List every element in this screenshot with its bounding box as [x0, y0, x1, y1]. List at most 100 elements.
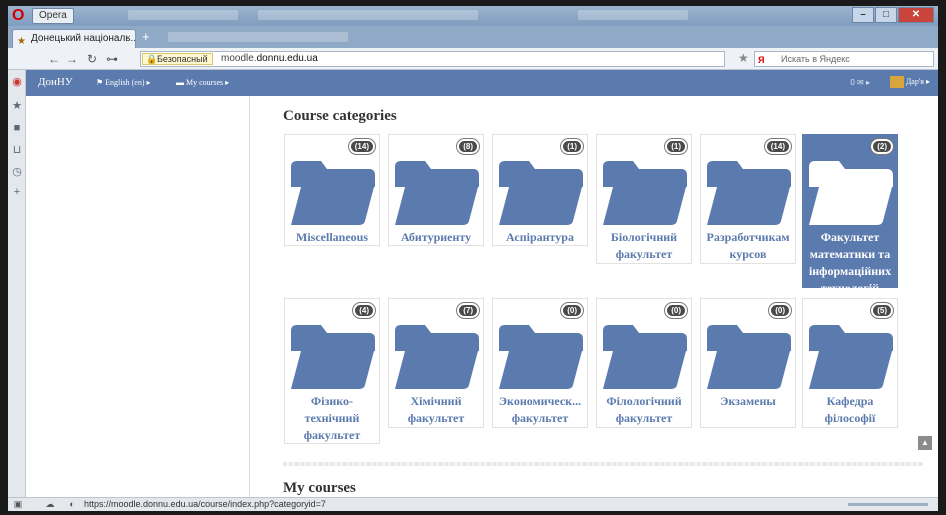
- language-label: English (en) ▸: [105, 78, 151, 87]
- opera-menu-button[interactable]: Opera: [32, 8, 74, 24]
- course-count-badge: (1): [665, 139, 687, 154]
- course-categories-heading: Course categories: [283, 108, 397, 124]
- category-name[interactable]: Біологічний факультет: [599, 229, 689, 263]
- category-name[interactable]: Экзамены: [703, 393, 793, 410]
- category-name[interactable]: Miscellaneous: [287, 229, 377, 246]
- category-card[interactable]: (0) Філологічний факультет: [596, 298, 692, 428]
- new-tab-button[interactable]: +: [142, 30, 158, 45]
- url-domain: donnu.edu.ua: [256, 53, 318, 64]
- browser-tab[interactable]: ★ Донецький національ... ×: [12, 29, 136, 48]
- tab-title: Донецький національ...: [31, 33, 136, 44]
- blurred-window-title: [258, 10, 478, 20]
- history-icon[interactable]: ◷: [11, 166, 23, 178]
- main-content: Course categories (14) Miscellaneous (8) Аб…: [26, 96, 938, 497]
- add-panel-icon[interactable]: +: [11, 186, 23, 198]
- opera-logo-icon: O: [12, 7, 25, 24]
- course-count-badge: (2): [871, 139, 893, 154]
- turbo-icon[interactable]: ◐: [66, 499, 78, 510]
- speed-dial-icon[interactable]: ◉: [11, 76, 23, 88]
- category-card[interactable]: (1) Біологічний факультет: [596, 134, 692, 264]
- panel-toggle-icon[interactable]: ▣: [12, 499, 24, 510]
- status-bar: ▣ ☁ ◐ https://moodle.donnu.edu.ua/course…: [8, 497, 938, 511]
- window-titlebar: O Opera – □ ✕: [8, 6, 938, 26]
- course-count-badge: (0): [769, 303, 791, 318]
- scroll-to-top-button[interactable]: ▲: [918, 436, 932, 450]
- section-divider: [283, 462, 923, 466]
- maximize-icon[interactable]: □: [875, 7, 897, 23]
- language-menu[interactable]: ⚑ English (en) ▸: [96, 78, 151, 87]
- folder-icon: [809, 323, 893, 389]
- course-count-badge: (5): [871, 303, 893, 318]
- category-name[interactable]: Філологічний факультет: [599, 393, 689, 427]
- folder-icon: [499, 159, 583, 225]
- user-menu[interactable]: Дар'я ▸: [889, 76, 930, 88]
- minimize-icon[interactable]: –: [852, 7, 874, 23]
- site-brand-link[interactable]: ДонНУ: [38, 76, 73, 88]
- course-count-badge: (4): [353, 303, 375, 318]
- blurred-window-title: [578, 10, 688, 20]
- blurred-window-title: [128, 10, 238, 20]
- reload-icon[interactable]: ↻: [84, 51, 100, 67]
- folder-icon: [707, 159, 791, 225]
- category-card[interactable]: (2) Факультет математики та інформаційних…: [802, 134, 898, 295]
- notes-icon[interactable]: ■: [11, 122, 23, 134]
- moodle-navbar: ДонНУ ⚑ English (en) ▸ ▬ My courses ▸ 0 …: [26, 70, 938, 96]
- cloud-icon[interactable]: ☁: [44, 499, 56, 510]
- browser-side-panel: ◉ ★ ■ ⊔ ◷ +: [8, 70, 26, 497]
- url-prefix: moodle.: [221, 53, 257, 64]
- my-courses-label: My courses ▸: [186, 78, 230, 87]
- my-courses-menu[interactable]: ▬ My courses ▸: [176, 78, 229, 87]
- favicon-icon: ★: [17, 36, 26, 47]
- folder-icon: [707, 323, 791, 389]
- category-card[interactable]: (7) Хімічний факультет: [388, 298, 484, 428]
- category-name[interactable]: Абитуриенту: [391, 229, 481, 246]
- status-url: https://moodle.donnu.edu.ua/course/index…: [84, 499, 326, 509]
- user-name: Дар'я ▸: [905, 76, 930, 86]
- messages-menu[interactable]: 0 ✉ ▸: [850, 78, 870, 87]
- lock-icon: 🔒: [146, 54, 158, 64]
- category-card[interactable]: (4) Фізико-технічний факультет: [284, 298, 380, 444]
- address-field[interactable]: 🔒 Безопасный moodle.donnu.edu.ua: [140, 51, 725, 67]
- category-name[interactable]: Разработчикам курсов: [703, 229, 793, 263]
- category-name[interactable]: Аспірантура: [495, 229, 585, 246]
- secure-badge[interactable]: 🔒 Безопасный: [142, 53, 213, 65]
- avatar: [889, 76, 904, 88]
- category-name[interactable]: Фізико-технічний факультет: [287, 393, 377, 444]
- folder-icon: [291, 159, 375, 225]
- category-card[interactable]: (14) Разработчикам курсов: [700, 134, 796, 264]
- search-field[interactable]: Я Искать в Яндекс: [754, 51, 934, 67]
- course-count-badge: (0): [561, 303, 583, 318]
- category-card[interactable]: (0) Экзамены: [700, 298, 796, 428]
- category-name[interactable]: Экономическ... факультет: [495, 393, 585, 427]
- close-window-icon[interactable]: ✕: [898, 7, 934, 23]
- category-name[interactable]: Кафедра філософії: [805, 393, 895, 427]
- category-card[interactable]: (1) Аспірантура: [492, 134, 588, 246]
- bookmark-star-icon[interactable]: ★: [738, 51, 749, 65]
- category-name[interactable]: Факультет математики та інформаційних те…: [805, 229, 895, 297]
- folder-icon: [603, 159, 687, 225]
- folder-icon: [603, 323, 687, 389]
- tab-close-icon[interactable]: ×: [125, 30, 131, 47]
- key-icon[interactable]: ⊶: [104, 51, 120, 67]
- downloads-icon[interactable]: ⊔: [11, 144, 23, 156]
- zoom-slider[interactable]: [848, 503, 928, 506]
- category-card[interactable]: (8) Абитуриенту: [388, 134, 484, 246]
- left-block-region: [26, 96, 250, 497]
- my-courses-heading: My courses: [283, 480, 356, 496]
- category-name[interactable]: Хімічний факультет: [391, 393, 481, 427]
- search-placeholder: Искать в Яндекс: [781, 54, 850, 64]
- category-card[interactable]: (14) Miscellaneous: [284, 134, 380, 246]
- course-count-badge: (7): [457, 303, 479, 318]
- yandex-icon: Я: [758, 55, 765, 65]
- folder-open-icon: [809, 159, 893, 225]
- course-count-badge: (14): [348, 139, 375, 154]
- category-card[interactable]: (5) Кафедра філософії: [802, 298, 898, 428]
- bookmarks-icon[interactable]: ★: [11, 100, 23, 112]
- back-icon[interactable]: ←: [46, 51, 62, 67]
- folder-icon: [499, 323, 583, 389]
- course-count-badge: (1): [561, 139, 583, 154]
- secure-label: Безопасный: [157, 54, 208, 64]
- forward-icon[interactable]: →: [64, 51, 80, 67]
- category-card[interactable]: (0) Экономическ... факультет: [492, 298, 588, 428]
- navigation-bar: ← → ↻ ⊶ 🔒 Безопасный moodle.donnu.edu.ua…: [8, 48, 938, 70]
